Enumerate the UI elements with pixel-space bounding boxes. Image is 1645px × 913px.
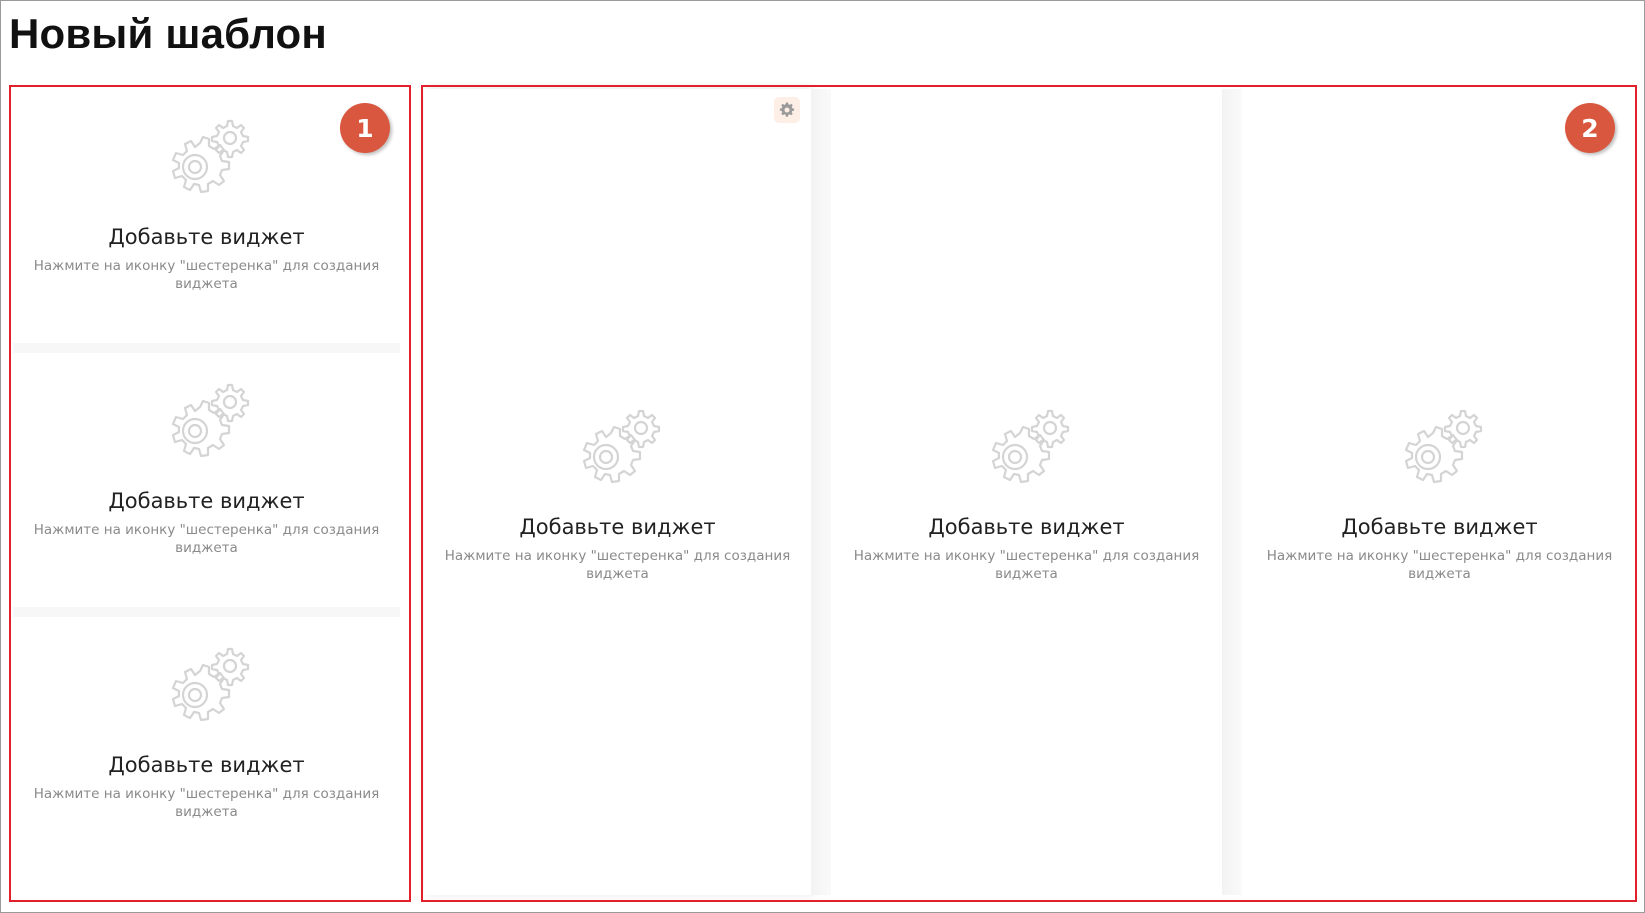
gears-icon xyxy=(1404,409,1482,484)
column-divider xyxy=(811,89,831,895)
widget-slot[interactable]: Добавьте виджет Нажмите на иконку "шесте… xyxy=(831,89,1222,895)
placeholder-hint: Нажмите на иконку "шестеренка" для созда… xyxy=(444,548,791,582)
annotation-badge-2: 2 xyxy=(1565,103,1615,153)
placeholder-hint: Нажмите на иконку "шестеренка" для созда… xyxy=(1266,548,1613,582)
left-column: Добавьте виджет Нажмите на иконку "шесте… xyxy=(13,89,400,895)
widget-settings-button[interactable] xyxy=(774,97,800,123)
widget-slot[interactable]: Добавьте виджет Нажмите на иконку "шесте… xyxy=(1242,89,1637,895)
annotation-badge-1: 1 xyxy=(340,103,390,153)
column-divider xyxy=(1222,89,1242,895)
widget-slot[interactable]: Добавьте виджет Нажмите на иконку "шесте… xyxy=(13,617,400,895)
placeholder-title: Добавьте виджет xyxy=(928,515,1125,539)
placeholder-title: Добавьте виджет xyxy=(108,489,305,513)
right-area: Добавьте виджет Нажмите на иконку "шесте… xyxy=(424,89,1637,895)
placeholder-hint: Нажмите на иконку "шестеренка" для созда… xyxy=(33,786,380,820)
placeholder-hint: Нажмите на иконку "шестеренка" для созда… xyxy=(33,522,380,556)
placeholder-title: Добавьте виджет xyxy=(519,515,716,539)
widget-slot[interactable]: Добавьте виджет Нажмите на иконку "шесте… xyxy=(424,89,811,895)
gears-icon xyxy=(991,409,1069,484)
widget-placeholder: Добавьте виджет Нажмите на иконку "шесте… xyxy=(13,117,400,293)
widget-placeholder: Добавьте виджет Нажмите на иконку "шесте… xyxy=(13,381,400,557)
placeholder-hint: Нажмите на иконку "шестеренка" для созда… xyxy=(33,258,380,292)
widget-slot[interactable]: Добавьте виджет Нажмите на иконку "шесте… xyxy=(13,353,400,607)
placeholder-title: Добавьте виджет xyxy=(108,225,305,249)
widget-placeholder: Добавьте виджет Нажмите на иконку "шесте… xyxy=(1242,407,1637,583)
widget-placeholder: Добавьте виджет Нажмите на иконку "шесте… xyxy=(13,645,400,821)
gears-icon xyxy=(171,383,249,458)
placeholder-title: Добавьте виджет xyxy=(1341,515,1538,539)
placeholder-hint: Нажмите на иконку "шестеренка" для созда… xyxy=(853,548,1200,582)
page-title: Новый шаблон xyxy=(9,10,327,57)
gears-icon xyxy=(171,119,249,194)
widget-placeholder: Добавьте виджет Нажмите на иконку "шесте… xyxy=(831,407,1222,583)
placeholder-title: Добавьте виджет xyxy=(108,753,305,777)
gear-icon xyxy=(779,102,795,117)
gears-icon xyxy=(582,409,660,484)
widget-placeholder: Добавьте виджет Нажмите на иконку "шесте… xyxy=(424,407,811,583)
gears-icon xyxy=(171,647,249,722)
